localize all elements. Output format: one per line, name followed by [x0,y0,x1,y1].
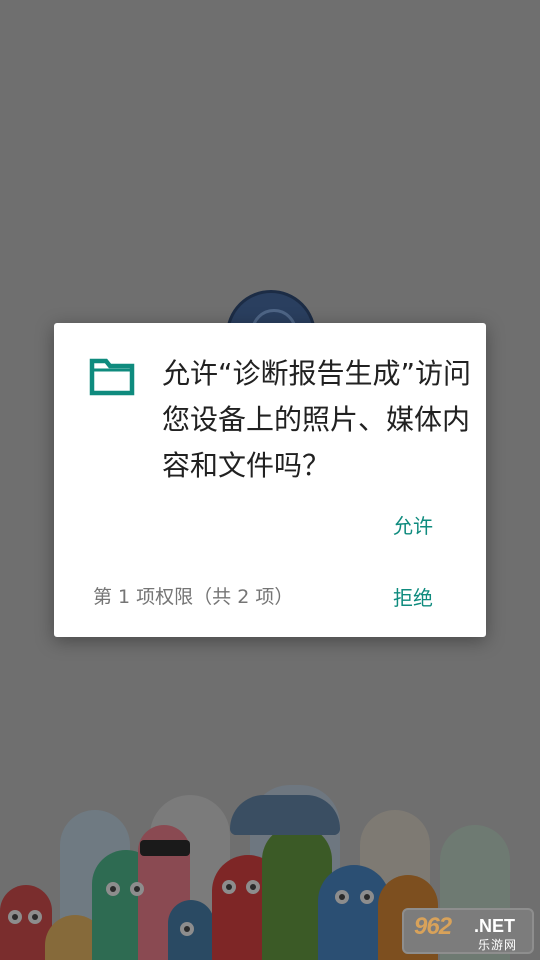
watermark-net: .NET [474,916,516,936]
allow-button[interactable]: 允许 [393,510,433,539]
permission-dialog: 允许“诊断报告生成”访问您设备上的照片、媒体内容和文件吗？ 允许 第 1 项权限… [54,323,486,637]
deny-button[interactable]: 拒绝 [393,582,433,611]
watermark-site-name: 乐游网 [478,938,518,952]
permission-counter: 第 1 项权限（共 2 项） [93,586,294,608]
watermark-number: 962 [414,913,452,940]
permission-message: 允许“诊断报告生成”访问您设备上的照片、媒体内容和文件吗？ [162,357,472,482]
site-watermark-logo: 962 .NET 乐游网 [402,908,534,954]
folder-icon [89,358,135,396]
